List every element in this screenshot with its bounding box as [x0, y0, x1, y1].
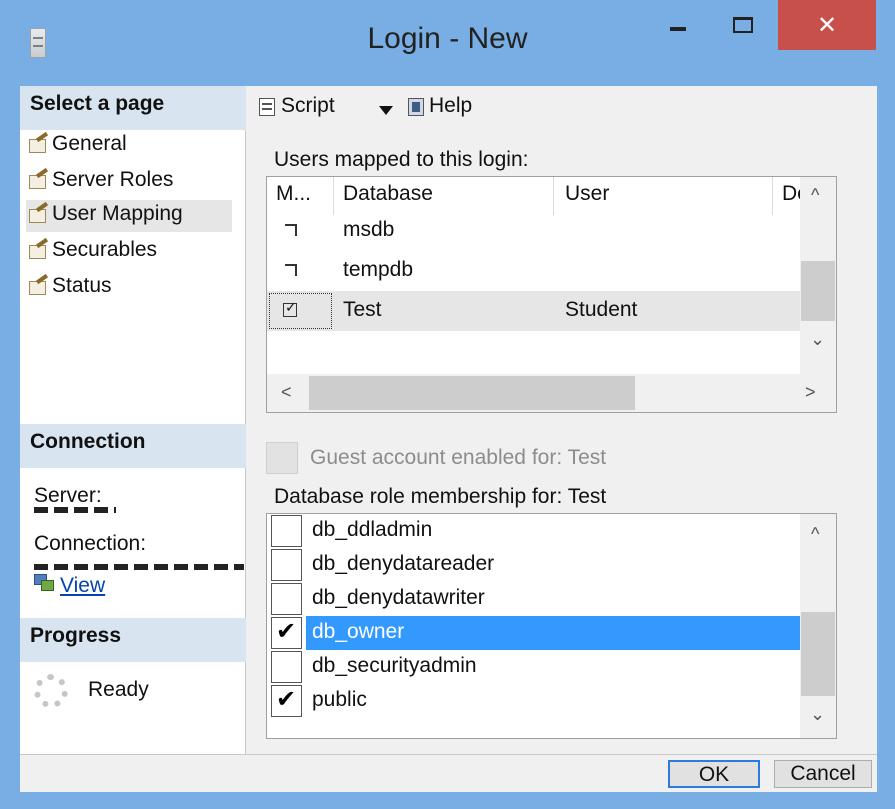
connection-properties-icon [34, 574, 54, 591]
col-divider[interactable] [333, 177, 334, 215]
progress-status: Ready [88, 678, 149, 701]
role-checkbox[interactable] [271, 651, 302, 683]
role-item-db-ddladmin[interactable]: db_ddladmin [267, 514, 827, 548]
guest-account-checkbox[interactable] [266, 442, 298, 474]
dialog-client: Select a page General Server Roles User … [20, 86, 877, 792]
col-divider[interactable] [553, 177, 554, 215]
role-name: db_ddladmin [312, 518, 433, 541]
role-checkbox[interactable] [271, 549, 302, 581]
page-label: User Mapping [52, 202, 183, 225]
scroll-left-icon[interactable]: < [281, 382, 292, 403]
role-name: db_securityadmin [312, 654, 477, 677]
cell-user[interactable]: Student [565, 298, 637, 322]
help-icon [408, 98, 424, 116]
map-checkbox[interactable] [285, 264, 297, 276]
progress-spinner-icon [34, 674, 68, 708]
users-mapped-grid[interactable]: M... Database User Defa msdb tempdb [266, 176, 837, 413]
close-icon: ✕ [816, 11, 838, 39]
connection-label: Connection: [34, 532, 147, 555]
grid-horizontal-thumb[interactable] [309, 376, 635, 410]
page-status[interactable]: Status [26, 272, 116, 304]
scroll-up-icon[interactable]: ^ [811, 185, 819, 206]
page-label: Securables [52, 238, 158, 261]
maximize-icon [732, 17, 753, 33]
progress-heading: Progress [20, 618, 246, 662]
page-label: Server Roles [52, 168, 174, 191]
select-page-heading: Select a page [20, 86, 246, 130]
minimize-icon [669, 27, 686, 31]
grid-row-tempdb[interactable]: tempdb [267, 251, 836, 291]
page-user-mapping[interactable]: User Mapping [26, 200, 232, 232]
role-name: db_owner [306, 616, 818, 650]
cell-database: Test [343, 298, 382, 321]
role-item-db-securityadmin[interactable]: db_securityadmin [267, 650, 827, 684]
cell-database: tempdb [343, 258, 414, 281]
grid-vertical-thumb[interactable] [801, 261, 835, 321]
role-name: public [312, 688, 367, 711]
minimize-button[interactable] [650, 0, 705, 50]
role-name: db_denydatawriter [312, 586, 485, 609]
maximize-button[interactable] [715, 0, 770, 50]
script-icon [259, 98, 275, 116]
role-item-db-denydatawriter[interactable]: db_denydatawriter [267, 582, 827, 616]
grid-horizontal-scrollbar[interactable]: < > [267, 374, 836, 412]
close-button[interactable]: ✕ [778, 0, 876, 50]
redacted-connection [34, 564, 244, 570]
roles-vertical-thumb[interactable] [801, 612, 835, 696]
script-button[interactable]: Script [281, 94, 335, 118]
cancel-button[interactable]: Cancel [774, 760, 872, 788]
toolbar: Script Help [247, 86, 877, 128]
server-label: Server: [34, 484, 102, 507]
button-bar: OK Cancel [20, 754, 877, 792]
scroll-down-icon[interactable]: ⌄ [810, 704, 825, 725]
scroll-right-icon[interactable]: > [805, 382, 816, 403]
scroll-up-icon[interactable]: ^ [811, 524, 819, 545]
view-connection-link[interactable]: View [60, 574, 105, 598]
user-mapping-panel: Users mapped to this login: M... Databas… [247, 128, 877, 754]
page-icon [29, 281, 46, 295]
role-checkbox-checked[interactable] [271, 685, 302, 717]
map-checkbox-checked[interactable] [283, 299, 297, 317]
role-item-public[interactable]: public [267, 684, 827, 718]
left-pane: Select a page General Server Roles User … [20, 86, 246, 754]
title-bar[interactable]: Login - New ✕ [0, 0, 895, 86]
role-item-db-owner[interactable]: db_owner [267, 616, 827, 650]
grid-header: M... Database User Defa [267, 177, 836, 215]
role-membership-label: Database role membership for: Test [274, 485, 607, 508]
redacted-server [34, 507, 116, 513]
col-map[interactable]: M... [276, 182, 311, 206]
grid-row-msdb[interactable]: msdb [267, 211, 836, 251]
col-divider[interactable] [772, 177, 773, 215]
col-user[interactable]: User [565, 182, 609, 206]
ok-button[interactable]: OK [668, 760, 760, 788]
map-checkbox[interactable] [285, 224, 297, 236]
col-database[interactable]: Database [343, 182, 433, 206]
guest-account-label: Guest account enabled for: Test [310, 446, 607, 469]
role-membership-list[interactable]: db_ddladmin db_denydatareader db_denydat… [266, 513, 837, 739]
role-checkbox[interactable] [271, 515, 302, 547]
help-button[interactable]: Help [429, 94, 472, 118]
users-mapped-label: Users mapped to this login: [274, 148, 529, 171]
role-checkbox[interactable] [271, 583, 302, 615]
page-icon [29, 245, 46, 259]
grid-row-test[interactable]: Test Student [267, 291, 836, 331]
page-label: General [52, 132, 127, 155]
page-securables[interactable]: Securables [26, 236, 161, 268]
page-icon [29, 209, 46, 223]
roles-vertical-scrollbar[interactable]: ^ ⌄ [800, 514, 836, 738]
page-general[interactable]: General [26, 130, 131, 162]
role-checkbox-checked[interactable] [271, 617, 302, 649]
page-server-roles[interactable]: Server Roles [26, 166, 177, 198]
scroll-down-icon[interactable]: ⌄ [810, 329, 825, 350]
page-icon [29, 175, 46, 189]
script-dropdown-icon[interactable] [379, 106, 393, 115]
page-label: Status [52, 274, 112, 297]
page-icon [29, 139, 46, 153]
role-item-db-denydatareader[interactable]: db_denydatareader [267, 548, 827, 582]
role-name: db_denydatareader [312, 552, 495, 575]
login-new-window: Login - New ✕ Select a page General Serv… [0, 0, 895, 809]
connection-heading: Connection [20, 424, 246, 468]
focus-rectangle [269, 293, 332, 329]
cell-database: msdb [343, 218, 395, 241]
